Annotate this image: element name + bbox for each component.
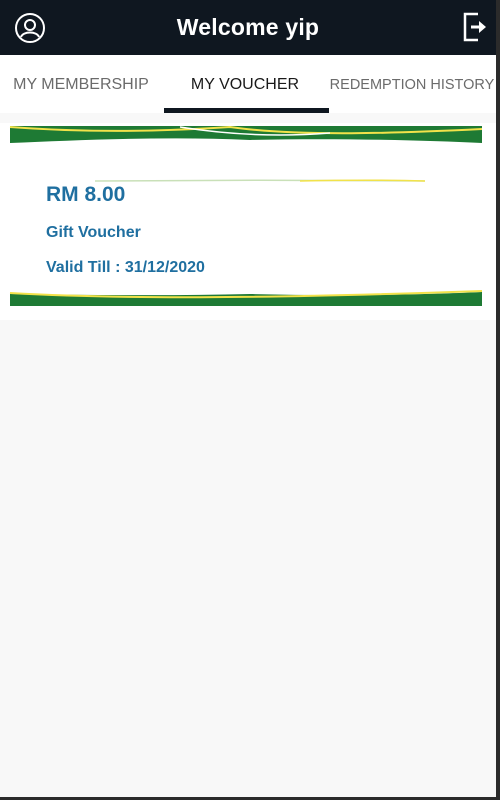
tab-my-membership[interactable]: MY MEMBERSHIP [0,55,162,113]
logout-icon [463,12,486,42]
app-screen: Welcome yip MY MEMBERSHIP MY VOUCHER RED… [0,0,496,797]
active-tab-indicator [164,108,329,113]
voucher-amount: RM 8.00 [46,183,126,206]
tab-my-voucher[interactable]: MY VOUCHER [162,55,328,113]
voucher-card[interactable]: RM 8.00 Gift Voucher Valid Till : 31/12/… [0,123,496,320]
logout-button[interactable] [462,12,490,42]
app-header: Welcome yip [0,0,496,55]
tab-redemption-history[interactable]: REDEMPTION HISTORY [328,55,496,113]
page-title: Welcome yip [176,14,320,40]
tab-bar: MY MEMBERSHIP MY VOUCHER REDEMPTION HIST… [0,55,496,113]
voucher-type: Gift Voucher [46,224,141,241]
voucher-validity: Valid Till : 31/12/2020 [46,259,205,276]
voucher-decoration [9,125,483,306]
